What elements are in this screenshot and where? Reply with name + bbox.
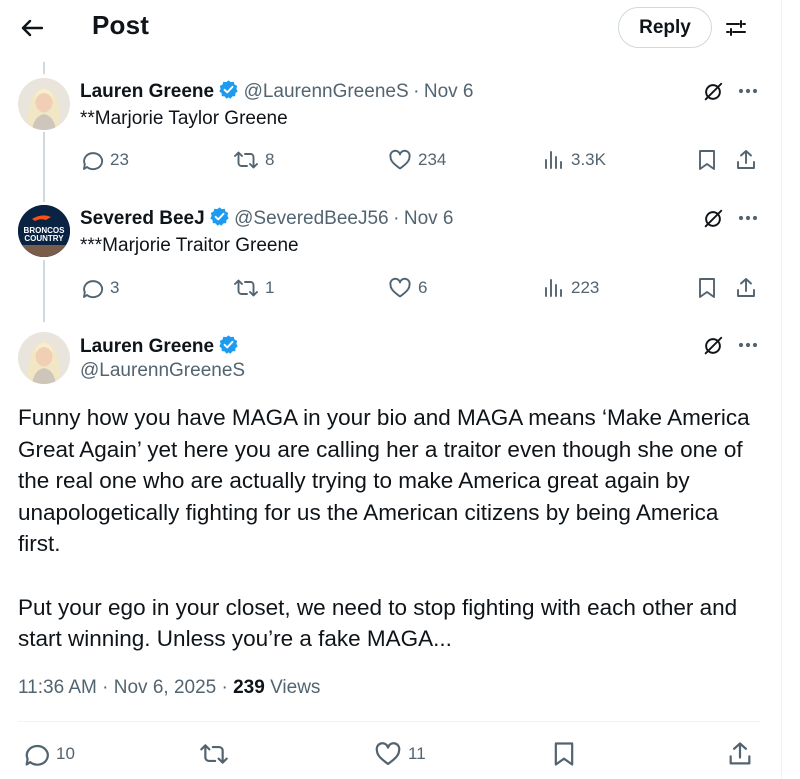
more-button[interactable] (736, 338, 760, 352)
more-icon (738, 215, 758, 221)
repost-icon (234, 151, 258, 169)
author-name[interactable]: Lauren Greene (80, 336, 214, 357)
bookmark-icon (699, 150, 715, 170)
grok-icon (704, 82, 723, 101)
repost-action[interactable]: 8 (233, 148, 274, 172)
avatar[interactable] (18, 78, 70, 130)
tweet-text: **Marjorie Taylor Greene (80, 108, 288, 129)
author-name[interactable]: Lauren Greene (80, 81, 214, 102)
separator-dot: · (413, 81, 420, 102)
bookmark-icon (699, 278, 715, 298)
views-action[interactable]: 223 (543, 276, 599, 300)
verified-badge-icon (219, 335, 238, 354)
back-button[interactable] (14, 12, 50, 44)
tweet-text: ***Marjorie Traitor Greene (80, 235, 299, 256)
tweet-paragraph: Funny how you have MAGA in your bio and … (18, 405, 750, 557)
like-icon (375, 742, 401, 766)
post-timestamp[interactable]: 11:36 AM · Nov 6, 2025 · (18, 677, 233, 698)
verified-badge-icon (209, 207, 229, 226)
avatar[interactable] (18, 332, 70, 384)
views-action[interactable]: 3.3K (543, 148, 606, 172)
more-icon (738, 88, 758, 94)
tweet-header: Lauren Greene @LaurennGreeneS · Nov 6 (80, 79, 474, 103)
share-button[interactable] (727, 740, 753, 768)
repost-icon (200, 744, 228, 764)
main-author-line: Lauren Greene (80, 334, 239, 358)
repost-action[interactable]: 1 (233, 276, 274, 300)
views-count: 223 (571, 278, 600, 297)
author-handle[interactable]: @LaurennGreeneS (244, 81, 409, 102)
share-button[interactable] (735, 148, 757, 172)
share-icon (737, 278, 755, 297)
like-action[interactable]: 234 (388, 148, 446, 172)
views-icon (545, 279, 562, 297)
reply-icon (83, 152, 104, 171)
like-count: 11 (408, 744, 426, 763)
thread-line (43, 132, 45, 202)
reply-icon (25, 744, 49, 766)
post-meta: 11:36 AM · Nov 6, 2025 · 239 Views (18, 677, 320, 699)
page-title: Post (92, 10, 150, 40)
more-button[interactable] (736, 84, 760, 98)
author-name[interactable]: Severed BeeJ (80, 208, 205, 229)
like-icon (389, 149, 411, 170)
grok-button[interactable] (700, 334, 726, 358)
divider (18, 721, 760, 722)
reply-count: 10 (56, 744, 75, 763)
separator-dot: · (393, 208, 400, 229)
avatar[interactable]: BRONCOS COUNTRY (18, 205, 70, 257)
share-button[interactable] (735, 276, 757, 300)
post-date[interactable]: Nov 6 (424, 81, 474, 102)
views-label: Views (264, 677, 321, 698)
views-count: 239 (233, 677, 265, 698)
reply-count: 3 (110, 278, 120, 297)
tweet-header: Severed BeeJ @SeveredBeeJ56 · Nov 6 (80, 206, 453, 230)
views-count: 3.3K (571, 150, 606, 169)
repost-count: 8 (265, 150, 275, 169)
main-tweet-text: Funny how you have MAGA in your bio and … (18, 402, 763, 655)
grok-button[interactable] (700, 207, 726, 231)
tweet-paragraph: Put your ego in your closet, we need to … (18, 594, 738, 652)
grok-icon (704, 336, 723, 355)
views-icon (545, 151, 562, 169)
reply-button[interactable]: Reply (618, 7, 712, 48)
thread-line (43, 62, 45, 74)
reply-count: 23 (110, 150, 129, 169)
share-icon (729, 742, 751, 765)
reply-action[interactable]: 23 (80, 148, 129, 172)
like-count: 234 (418, 150, 447, 169)
like-action[interactable]: 6 (388, 276, 427, 300)
like-count: 6 (418, 278, 428, 297)
more-button[interactable] (736, 211, 760, 225)
thread-line (43, 260, 45, 322)
bookmark-icon (554, 742, 574, 766)
settings-button[interactable] (722, 14, 750, 42)
bookmark-button[interactable] (696, 148, 718, 172)
settings-sliders-icon (726, 20, 746, 36)
right-border (781, 0, 782, 779)
share-icon (737, 150, 755, 169)
reply-action[interactable]: 3 (80, 276, 119, 300)
repost-action[interactable] (199, 740, 229, 768)
more-icon (738, 342, 758, 348)
reply-icon (83, 280, 104, 299)
svg-text:COUNTRY: COUNTRY (24, 234, 64, 243)
grok-button[interactable] (700, 80, 726, 104)
post-date[interactable]: Nov 6 (404, 208, 454, 229)
verified-badge-icon (219, 80, 238, 99)
like-icon (389, 277, 411, 298)
author-handle[interactable]: @SeveredBeeJ56 (234, 208, 389, 229)
bookmark-button[interactable] (551, 740, 577, 768)
like-action[interactable]: 11 (374, 740, 426, 768)
repost-count: 1 (265, 278, 275, 297)
back-arrow-icon (21, 19, 43, 37)
repost-icon (234, 279, 258, 297)
bookmark-button[interactable] (696, 276, 718, 300)
author-handle[interactable]: @LaurennGreeneS (80, 360, 245, 382)
reply-action[interactable]: 10 (22, 740, 75, 768)
grok-icon (704, 209, 723, 228)
